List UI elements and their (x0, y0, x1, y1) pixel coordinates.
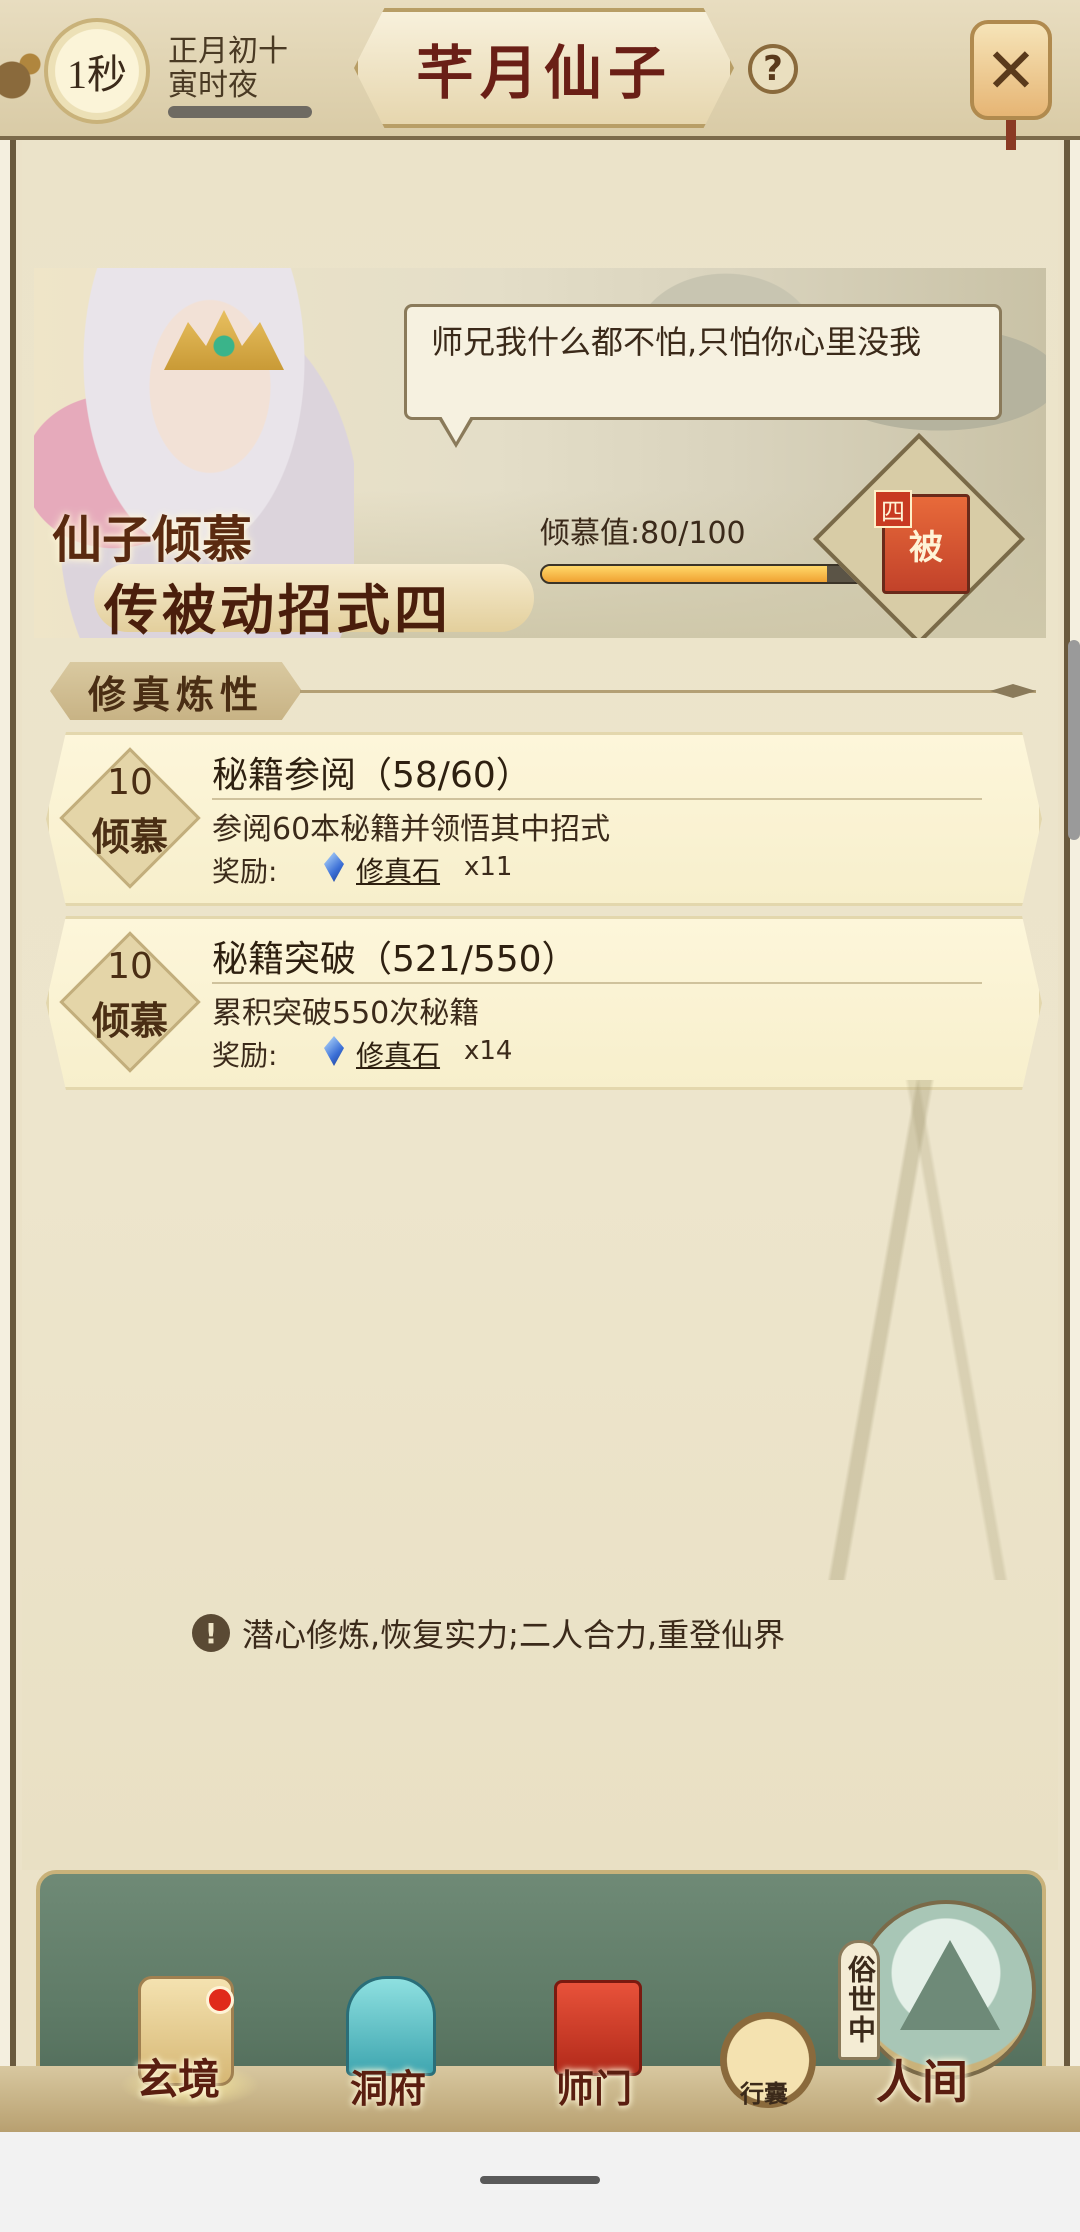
notification-dot (206, 1986, 234, 2014)
quest-title: 秘籍突破（521/550） (212, 939, 578, 980)
quest-description: 参阅60本秘籍并领悟其中招式 (212, 812, 611, 847)
reward-count: x11 (464, 852, 513, 882)
quest-badge-label: 倾慕 (91, 1001, 168, 1043)
speech-tail-inner (441, 416, 471, 442)
page-title: 芊月仙子 (415, 41, 672, 106)
hint-text: 潜心修炼,恢复实力;二人合力,重登仙界 (242, 1616, 786, 1654)
reward-item-link[interactable]: 修真石 (356, 850, 440, 890)
quest-divider (212, 798, 982, 800)
top-header: 1秒 正月初十 寅时夜 芊月仙子 ? ✕ (0, 0, 1080, 150)
bamboo-decoration (760, 1080, 1060, 1580)
close-button[interactable]: ✕ (970, 20, 1052, 120)
quest-badge-label: 倾慕 (91, 817, 168, 859)
quest-divider (212, 982, 982, 984)
quest-description: 累积突破550次秘籍 (212, 996, 480, 1031)
quest-badge-number: 10 (107, 762, 153, 803)
speech-bubble: 师兄我什么都不怕,只怕你心里没我 (404, 304, 1002, 420)
tassel-decoration (1006, 120, 1016, 150)
book-level-tag: 四 (874, 490, 912, 528)
title-plaque: 芊月仙子 (354, 8, 734, 128)
time-progress-bar (168, 106, 312, 118)
info-icon: ! (192, 1614, 230, 1652)
calendar-hour: 寅时夜 (168, 68, 258, 103)
home-indicator[interactable] (480, 2176, 600, 2184)
help-button[interactable]: ? (748, 44, 798, 94)
nav-item-bag[interactable]: 行囊 (740, 2074, 788, 2109)
affection-label: 倾慕值:80/100 (540, 516, 746, 551)
nav-item-shimen[interactable]: 师门 (556, 2058, 632, 2113)
quest-title: 秘籍参阅（58/60） (212, 755, 532, 796)
banner-subtitle: 传被动招式四 (104, 581, 452, 638)
quest-reward-label: 奖励: (212, 855, 278, 888)
quest-reward-label: 奖励: (212, 1039, 278, 1072)
reward-item-link[interactable]: 修真石 (356, 1034, 440, 1074)
nav-item-dongfu[interactable]: 洞府 (350, 2058, 426, 2113)
section-divider (300, 690, 1036, 693)
nav-item-xuanjing[interactable]: 玄境 (136, 2046, 220, 2107)
nav-item-renjian[interactable]: 人间 (876, 2046, 968, 2112)
scrollbar[interactable] (1068, 640, 1080, 840)
affection-progress-fill (542, 566, 827, 582)
banner-title: 仙子倾慕 (52, 512, 252, 568)
world-status-tag: 俗世中 (838, 1940, 880, 2060)
quest-badge-number: 10 (107, 946, 153, 987)
reward-count: x14 (464, 1036, 513, 1066)
fairy-banner: 师兄我什么都不怕,只怕你心里没我 仙子倾慕 传被动招式四 倾慕值:80/100 … (34, 268, 1046, 638)
section-title: 修真炼性 (50, 662, 302, 720)
timer-badge: 1秒 (44, 18, 150, 124)
